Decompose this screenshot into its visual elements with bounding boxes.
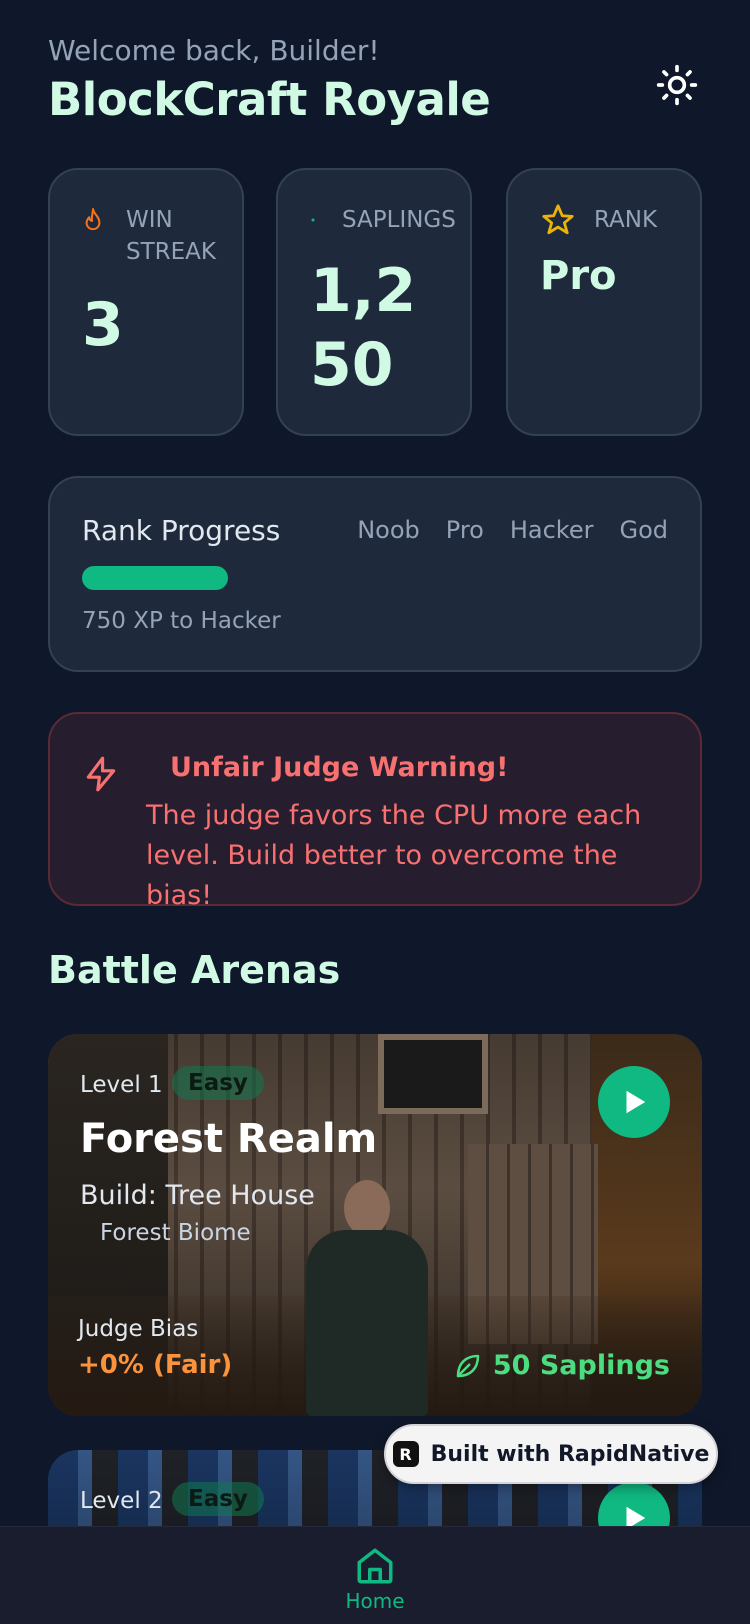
bottom-tab-bar: Home bbox=[0, 1526, 750, 1624]
leaf-icon bbox=[456, 1354, 480, 1377]
arena-title: Forest Realm bbox=[80, 1116, 378, 1162]
rank-progress-card: Rank Progress Noob Pro Hacker God 750 XP… bbox=[48, 476, 702, 672]
arena-card-forest-realm[interactable]: Level 1 Easy Forest Realm Build: Tree Ho… bbox=[48, 1034, 702, 1416]
rank-progress-bar bbox=[82, 566, 228, 590]
sapling-icon bbox=[310, 204, 328, 236]
star-icon bbox=[540, 204, 580, 236]
theme-toggle-button[interactable] bbox=[652, 60, 702, 110]
rank-tiers: Noob Pro Hacker God bbox=[357, 516, 668, 544]
sun-icon bbox=[656, 64, 698, 106]
tier-label: Pro bbox=[445, 516, 484, 544]
stats-row: WIN STREAK 3 SAPLINGS 1,250 RANK Pro bbox=[48, 168, 702, 436]
arena-biome: Forest Biome bbox=[100, 1220, 251, 1246]
tab-home[interactable]: Home bbox=[0, 1545, 750, 1613]
stat-label: RANK bbox=[594, 207, 658, 233]
flame-icon bbox=[82, 204, 112, 236]
arena-build: Build: Tree House bbox=[80, 1180, 315, 1211]
judge-bias-value: +0% (Fair) bbox=[78, 1350, 233, 1380]
tab-home-label: Home bbox=[345, 1589, 405, 1613]
stat-value: Pro bbox=[540, 253, 617, 299]
play-icon bbox=[626, 1090, 646, 1114]
judge-bias-label: Judge Bias bbox=[78, 1316, 199, 1342]
arena-level: Level 1 bbox=[80, 1072, 163, 1098]
rank-progress-title: Rank Progress bbox=[82, 514, 281, 547]
warning-title: Unfair Judge Warning! bbox=[170, 752, 509, 783]
header: Welcome back, Builder! BlockCraft Royale bbox=[48, 34, 702, 126]
section-title: Battle Arenas bbox=[48, 948, 341, 992]
tier-label: Hacker bbox=[509, 516, 594, 544]
reward: 50 Saplings bbox=[453, 1350, 670, 1381]
play-button[interactable] bbox=[598, 1066, 670, 1138]
judge-warning-banner: Unfair Judge Warning! The judge favors t… bbox=[48, 712, 702, 911]
rapidnative-logo-icon: R bbox=[392, 1441, 419, 1467]
saplings-card: SAPLINGS 1,250 bbox=[276, 168, 472, 436]
rank-card: RANK Pro bbox=[506, 168, 702, 436]
home-icon bbox=[357, 1548, 393, 1584]
difficulty-badge: Easy bbox=[172, 1482, 264, 1516]
win-streak-card: WIN STREAK 3 bbox=[48, 168, 244, 436]
stat-value: 1,250 bbox=[310, 256, 417, 400]
app-title: BlockCraft Royale bbox=[48, 73, 491, 126]
difficulty-badge: Easy bbox=[172, 1066, 264, 1100]
arena-level: Level 2 bbox=[80, 1488, 163, 1514]
built-with-badge[interactable]: R Built with RapidNative bbox=[384, 1424, 718, 1484]
lightning-icon bbox=[82, 754, 120, 798]
stat-label: WIN STREAK bbox=[126, 207, 216, 265]
stat-label: SAPLINGS bbox=[342, 207, 456, 233]
welcome-text: Welcome back, Builder! bbox=[48, 34, 380, 67]
built-with-text: Built with RapidNative bbox=[430, 1441, 710, 1467]
tier-label: God bbox=[619, 516, 668, 544]
tier-label: Noob bbox=[357, 516, 420, 544]
reward-text: 50 Saplings bbox=[492, 1350, 670, 1381]
stat-value: 3 bbox=[82, 290, 124, 360]
warning-text: The judge favors the CPU more each level… bbox=[146, 800, 642, 911]
xp-remaining-text: 750 XP to Hacker bbox=[82, 608, 281, 634]
